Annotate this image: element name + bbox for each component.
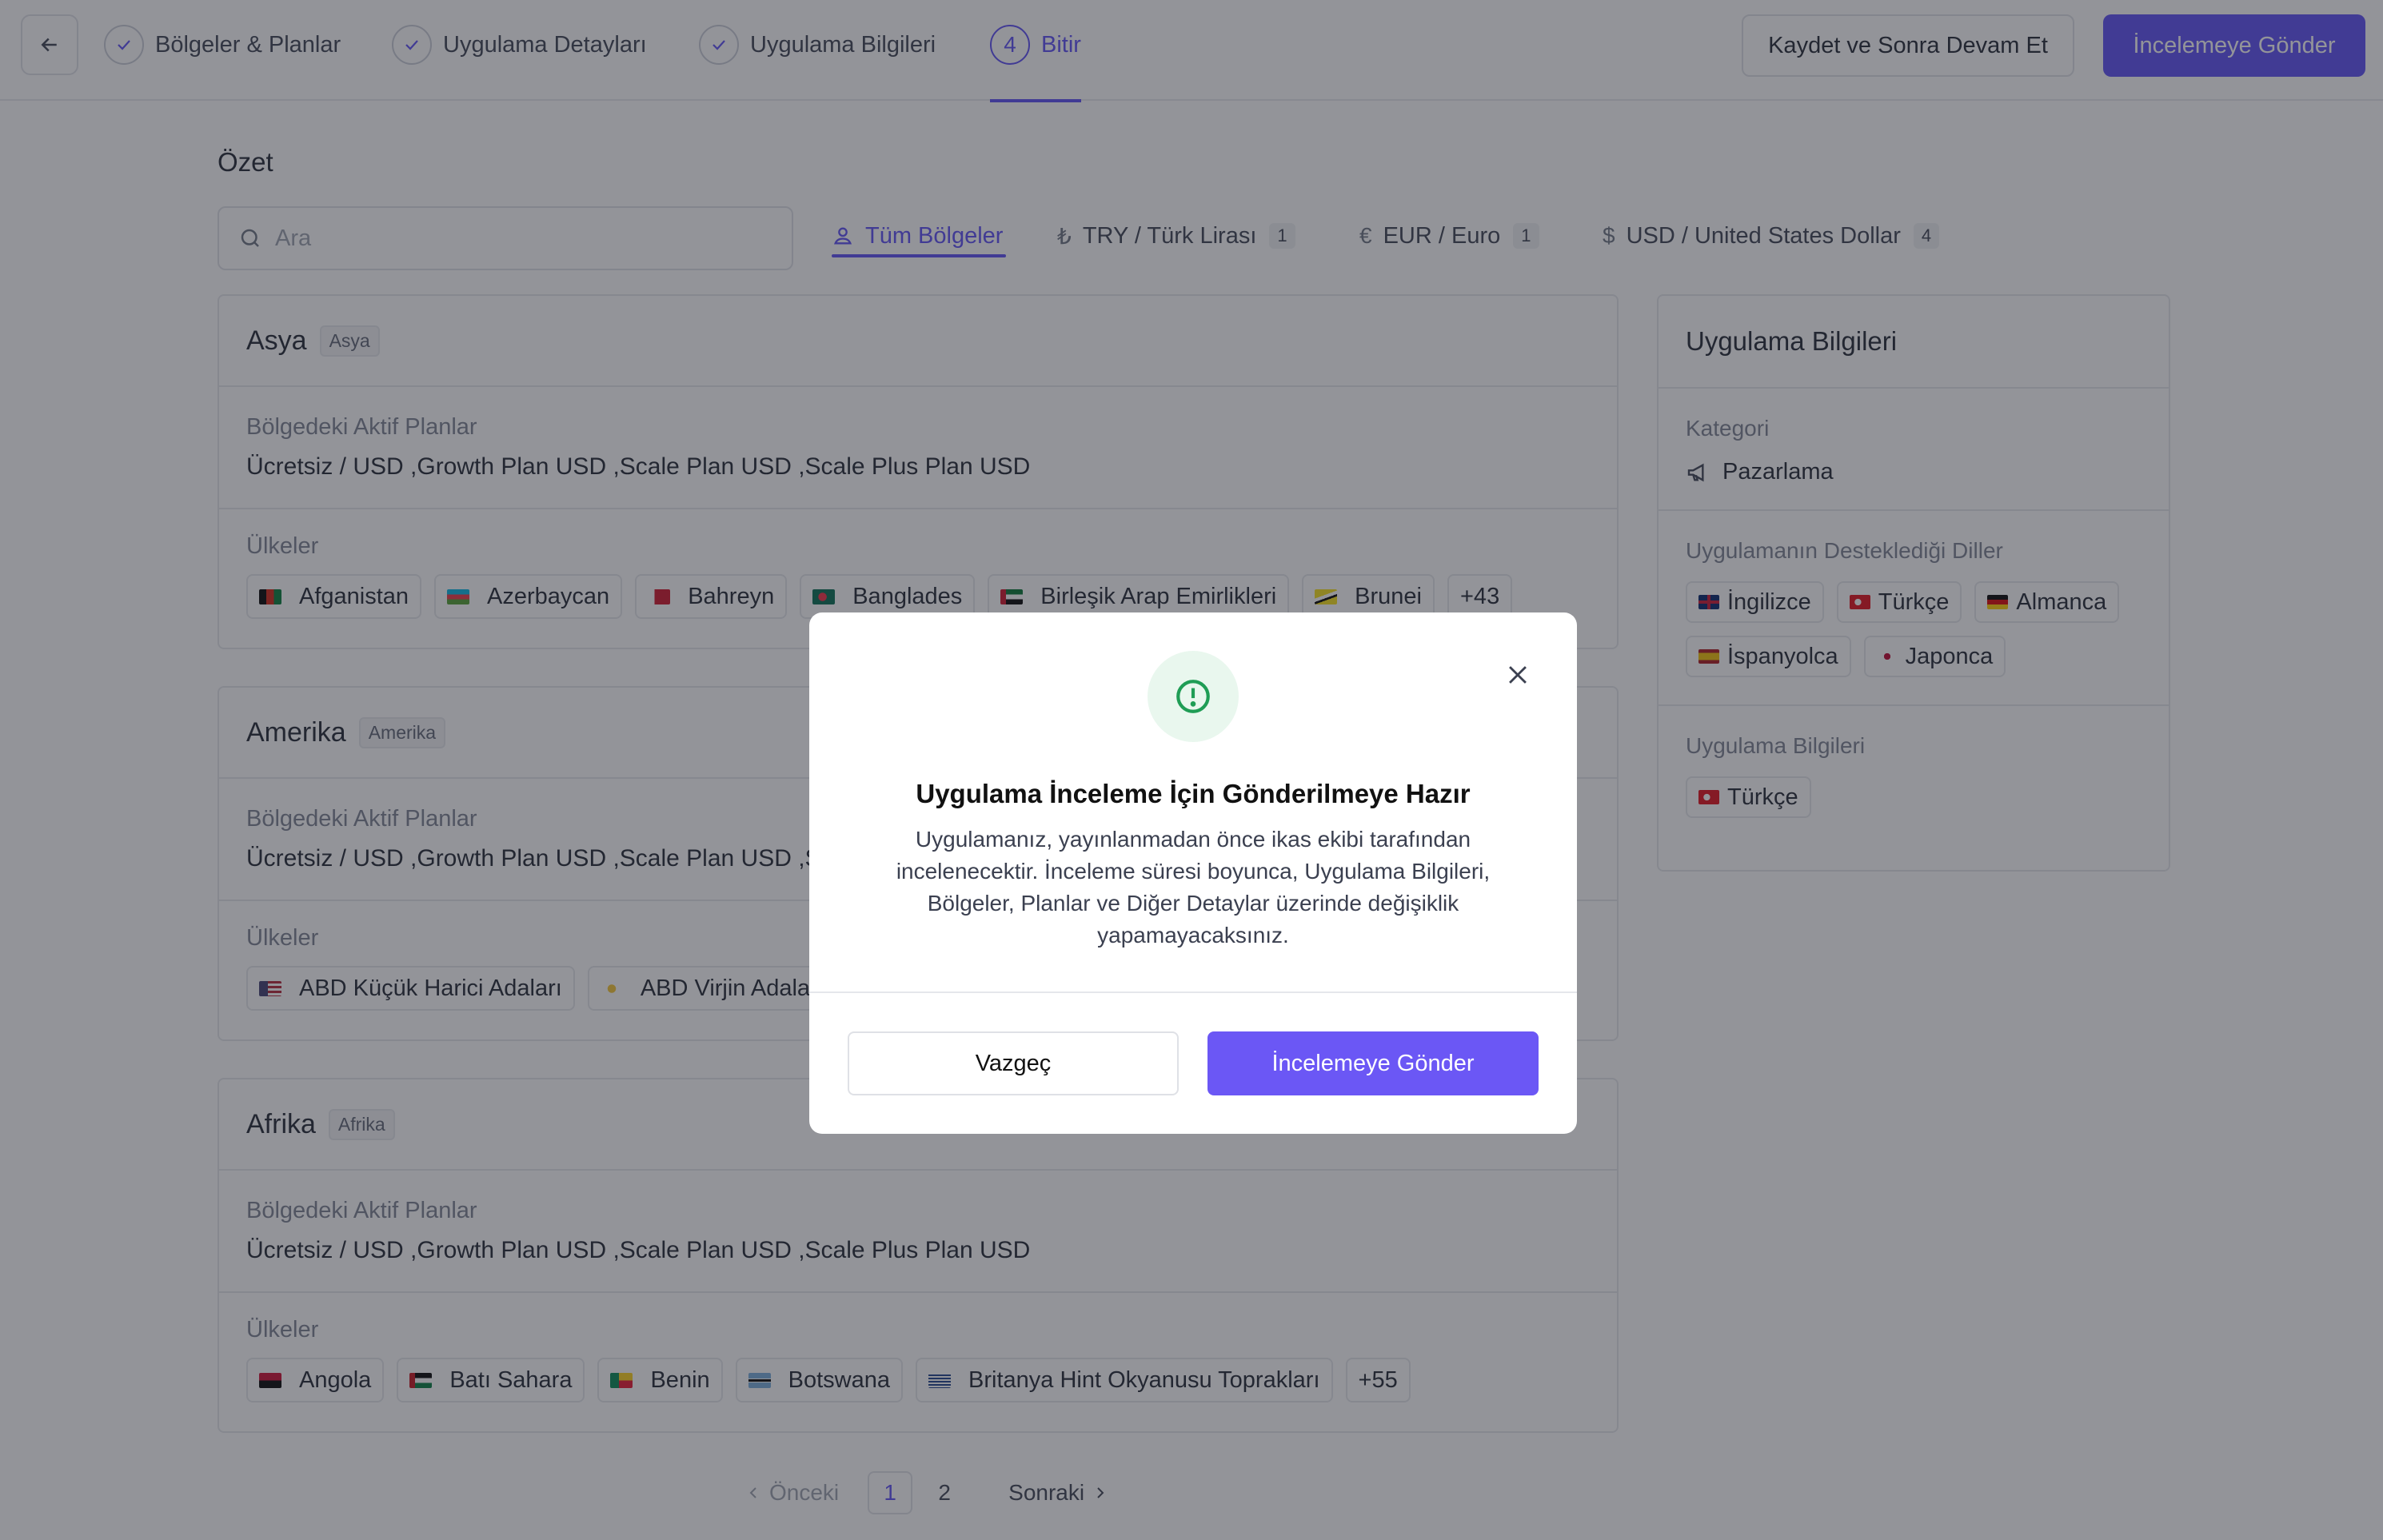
submit-review-dialog: Uygulama İnceleme İçin Gönderilmeye Hazı… xyxy=(809,612,1577,1134)
cancel-button[interactable]: Vazgeç xyxy=(848,1031,1179,1095)
alert-badge xyxy=(1148,651,1239,742)
close-button[interactable] xyxy=(1502,659,1534,691)
dialog-title: Uygulama İnceleme İçin Gönderilmeye Hazı… xyxy=(916,779,1471,808)
alert-circle-icon xyxy=(1176,680,1210,713)
close-icon xyxy=(1509,666,1527,684)
dialog-description: Uygulamanız, yayınlanmadan önce ikas eki… xyxy=(896,827,1491,948)
dialog-divider xyxy=(809,991,1577,993)
confirm-submit-button[interactable]: İncelemeye Gönder xyxy=(1207,1031,1539,1095)
